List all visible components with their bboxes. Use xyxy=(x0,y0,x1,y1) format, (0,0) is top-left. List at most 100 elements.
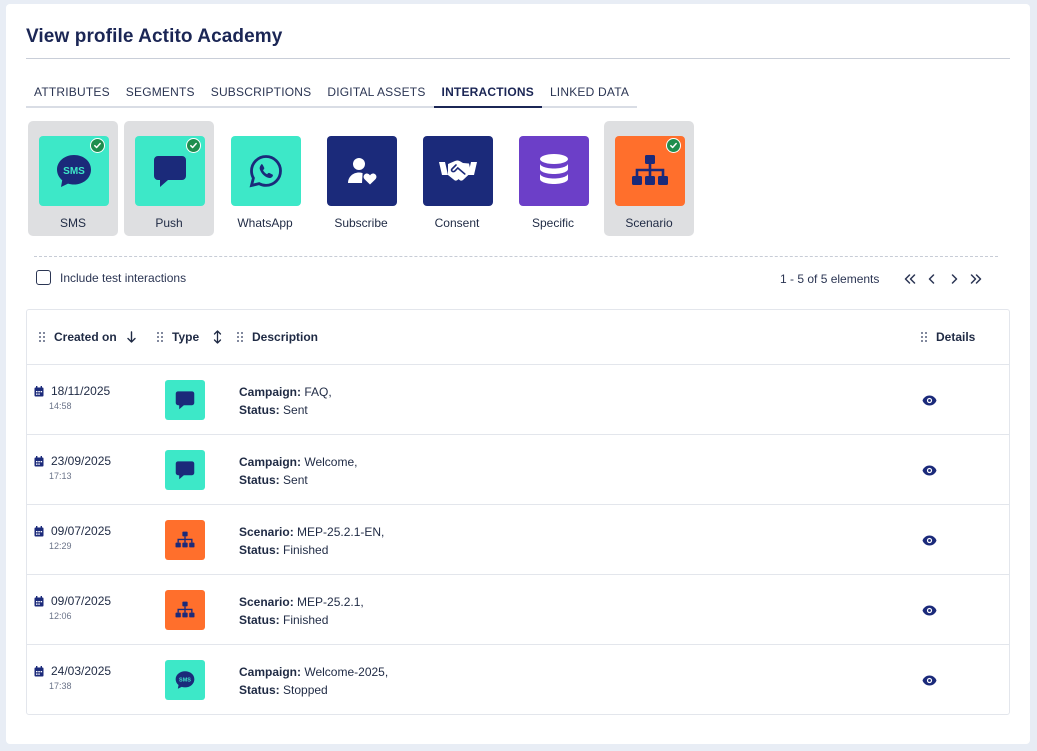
sort-descending-icon[interactable] xyxy=(126,331,136,343)
drag-handle-icon[interactable] xyxy=(156,331,164,343)
calendar-icon xyxy=(34,455,44,466)
column-label: Details xyxy=(936,330,976,344)
created-on-cell: 18/11/2025 14:58 xyxy=(34,384,110,411)
tab-attributes[interactable]: ATTRIBUTES xyxy=(26,82,118,106)
selected-check-icon xyxy=(90,138,105,153)
type-label: Scenario xyxy=(625,216,673,230)
push-icon xyxy=(175,461,195,480)
type-filter-scenario[interactable]: Scenario xyxy=(604,121,694,236)
eye-icon xyxy=(922,605,936,615)
subscribe-icon xyxy=(348,158,377,185)
type-tile-subscribe xyxy=(327,136,397,206)
row-type-push xyxy=(165,380,205,420)
page-title: View profile Actito Academy xyxy=(26,26,283,47)
type-filter-consent[interactable]: Consent xyxy=(412,121,502,236)
type-tile-whatsapp xyxy=(231,136,301,206)
column-details[interactable]: Details xyxy=(920,330,975,344)
view-details-button[interactable] xyxy=(920,671,938,689)
created-on-cell: 09/07/2025 12:06 xyxy=(34,594,111,621)
sort-both-icon[interactable] xyxy=(213,330,222,344)
double-chevron-right-icon xyxy=(971,274,982,284)
previous-page-button[interactable] xyxy=(921,270,943,288)
interactions-table: Created on Type Description Details 18/1… xyxy=(26,309,1010,715)
eye-icon xyxy=(922,395,936,405)
profile-panel: View profile Actito Academy ATTRIBUTES S… xyxy=(6,4,1030,744)
row-date: 09/07/2025 xyxy=(51,524,112,538)
drag-handle-icon[interactable] xyxy=(236,331,244,343)
tab-subscriptions[interactable]: SUBSCRIPTIONS xyxy=(203,82,320,106)
tab-digital-assets[interactable]: DIGITAL ASSETS xyxy=(319,82,433,106)
calendar-icon xyxy=(34,385,44,396)
row-description: Scenario: MEP-25.2.1-EN, Status: Finishe… xyxy=(239,525,385,557)
row-type-sms: SMS xyxy=(165,660,205,700)
whatsapp-icon xyxy=(249,155,282,188)
row-date: 24/03/2025 xyxy=(51,664,112,678)
column-label: Created on xyxy=(54,330,117,344)
next-page-button[interactable] xyxy=(943,270,965,288)
row-time: 12:29 xyxy=(49,541,72,551)
eye-icon xyxy=(922,535,936,545)
created-on-cell: 09/07/2025 12:29 xyxy=(34,524,111,551)
pagination-summary: 1 - 5 of 5 elements xyxy=(780,272,880,286)
table-row: 09/07/2025 12:29 Scenario: MEP-25.2.1-EN… xyxy=(27,505,1009,575)
include-test-interactions[interactable]: Include test interactions xyxy=(36,270,186,285)
row-description: Campaign: Welcome, Status: Sent xyxy=(239,455,358,487)
chevron-right-icon xyxy=(952,274,958,284)
row-type-push xyxy=(165,450,205,490)
chevron-left-icon xyxy=(929,274,935,284)
handshake-icon xyxy=(439,160,477,181)
push-icon xyxy=(175,391,195,410)
type-filter-whatsapp[interactable]: WhatsApp xyxy=(220,121,310,236)
type-label: Specific xyxy=(531,216,575,230)
tab-segments[interactable]: SEGMENTS xyxy=(118,82,203,106)
pagination: 1 - 5 of 5 elements xyxy=(780,270,987,288)
eye-icon xyxy=(922,675,936,685)
view-details-button[interactable] xyxy=(920,601,938,619)
drag-handle-icon[interactable] xyxy=(38,331,46,343)
row-date: 23/09/2025 xyxy=(51,454,112,468)
svg-text:SMS: SMS xyxy=(63,166,85,177)
row-description: Scenario: MEP-25.2.1, Status: Finished xyxy=(239,595,364,627)
row-time: 14:58 xyxy=(49,401,72,411)
row-time: 17:13 xyxy=(49,471,72,481)
table-header: Created on Type Description Details xyxy=(27,310,1009,365)
sitemap-icon xyxy=(175,601,195,618)
type-filter-subscribe[interactable]: Subscribe xyxy=(316,121,406,236)
interaction-type-filter: SMS SMS Push WhatsApp Subscribe Consent … xyxy=(28,121,694,236)
calendar-icon xyxy=(34,525,44,536)
type-tile-specific xyxy=(519,136,589,206)
type-label: WhatsApp xyxy=(237,216,293,230)
eye-icon xyxy=(922,465,936,475)
sitemap-icon xyxy=(632,155,668,185)
table-row: 24/03/2025 17:38 SMS Campaign: Welcome-2… xyxy=(27,645,1009,715)
first-page-button[interactable] xyxy=(899,270,921,288)
type-filter-specific[interactable]: Specific xyxy=(508,121,598,236)
type-label: SMS xyxy=(59,216,86,230)
type-filter-push[interactable]: Push xyxy=(124,121,214,236)
column-type[interactable]: Type xyxy=(156,330,222,344)
row-description: Campaign: Welcome-2025, Status: Stopped xyxy=(239,665,389,697)
include-test-checkbox[interactable] xyxy=(36,270,51,285)
column-label: Description xyxy=(252,330,319,344)
drag-handle-icon[interactable] xyxy=(920,331,928,343)
tab-linked-data[interactable]: LINKED DATA xyxy=(542,82,637,106)
column-created-on[interactable]: Created on xyxy=(38,330,136,344)
calendar-icon xyxy=(34,665,44,676)
row-time: 12:06 xyxy=(49,611,72,621)
row-time: 17:38 xyxy=(49,681,72,691)
type-label: Subscribe xyxy=(334,216,388,230)
column-description[interactable]: Description xyxy=(236,330,318,344)
database-icon xyxy=(540,154,568,184)
view-details-button[interactable] xyxy=(920,391,938,409)
row-date: 09/07/2025 xyxy=(51,594,112,608)
svg-text:SMS: SMS xyxy=(179,678,191,684)
include-test-label: Include test interactions xyxy=(60,270,187,285)
type-filter-sms[interactable]: SMS SMS xyxy=(28,121,118,236)
push-icon xyxy=(154,156,186,187)
column-label: Type xyxy=(172,330,200,344)
view-details-button[interactable] xyxy=(920,531,938,549)
last-page-button[interactable] xyxy=(965,270,987,288)
row-description: Campaign: FAQ, Status: Sent xyxy=(239,385,332,417)
view-details-button[interactable] xyxy=(920,461,938,479)
tab-interactions[interactable]: INTERACTIONS xyxy=(433,82,543,108)
